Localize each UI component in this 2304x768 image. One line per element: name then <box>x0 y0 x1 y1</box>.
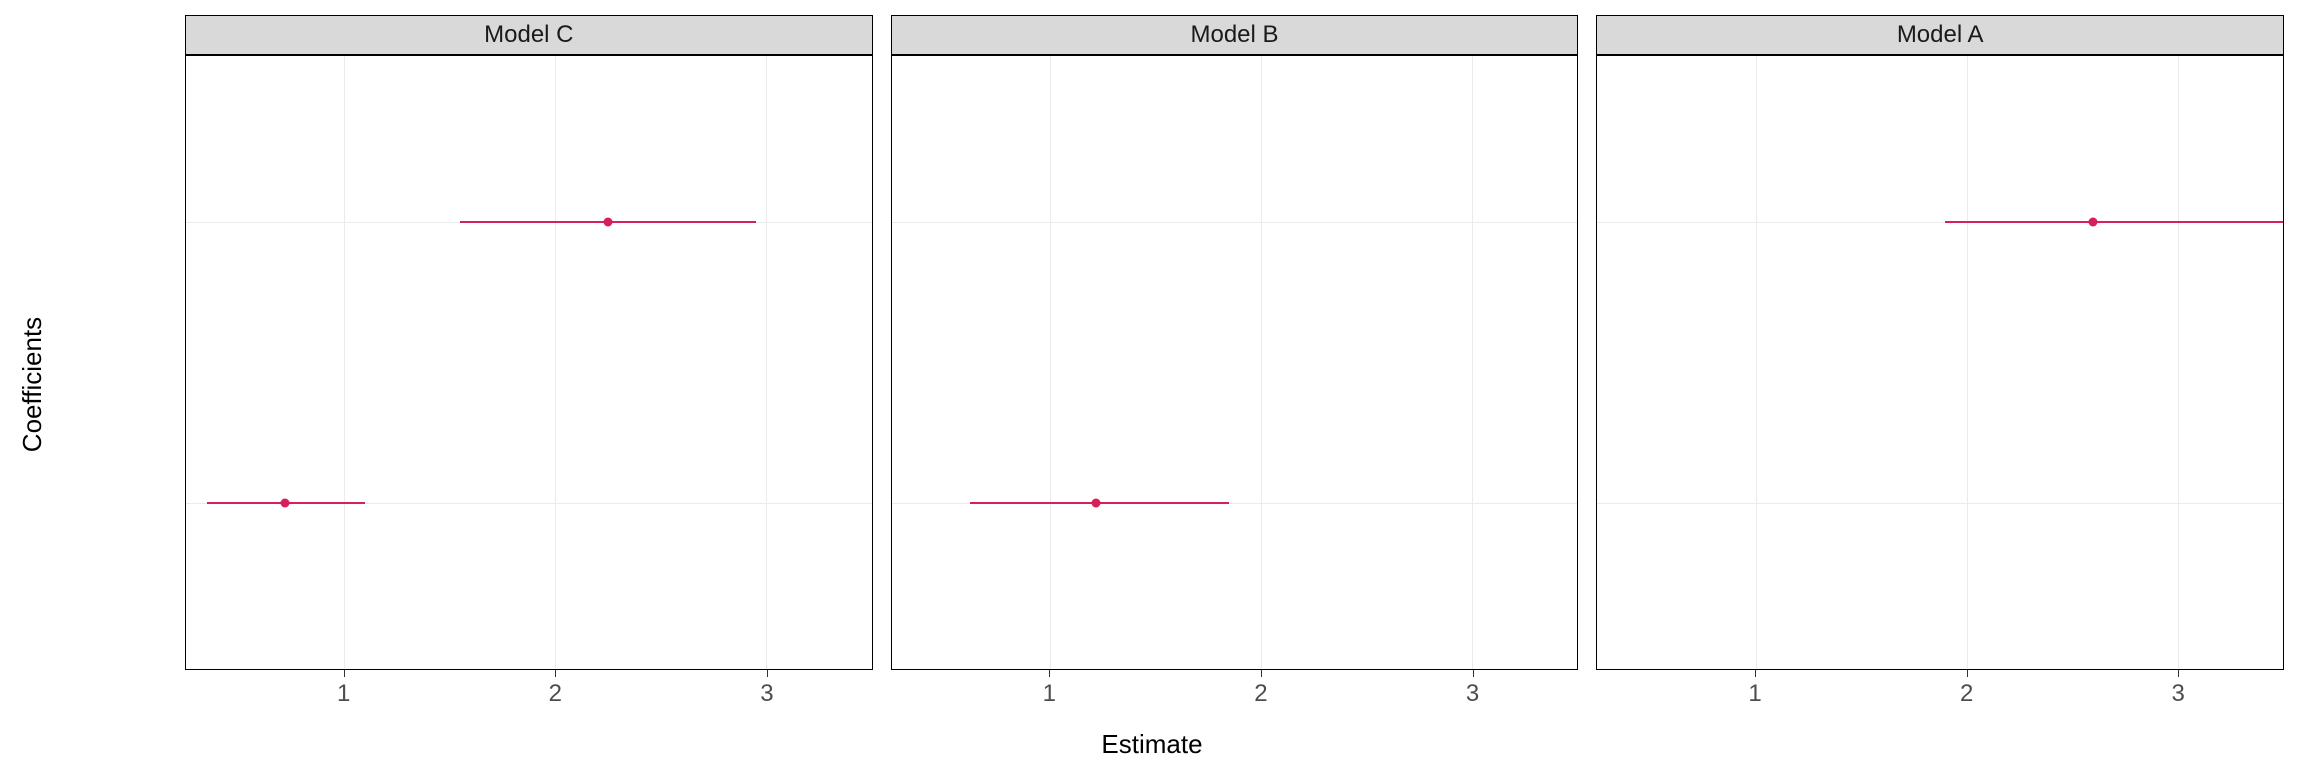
x-ticks: 1 2 3 <box>185 670 873 710</box>
point-estimate <box>1092 499 1101 508</box>
y-axis-title: Coefficients <box>18 0 48 768</box>
x-tick-label: 2 <box>1254 680 1267 708</box>
point-estimate <box>2089 217 2098 226</box>
x-tick-label: 1 <box>1043 680 1056 708</box>
grid-vertical <box>1050 56 1051 669</box>
facet-panel: Model CEducationSeniority 1 2 3 <box>185 15 873 710</box>
point-estimate <box>603 217 612 226</box>
x-tick-label: 1 <box>1748 680 1761 708</box>
facet-strip: Model A <box>1596 15 2284 55</box>
x-tick-label: 1 <box>337 680 350 708</box>
y-tick-mark <box>185 503 186 504</box>
x-tick-mark <box>1261 670 1262 677</box>
grid-horizontal <box>1597 503 2283 504</box>
grid-horizontal <box>892 222 1578 223</box>
x-tick-label: 2 <box>1960 680 1973 708</box>
facet-panel: Model A 1 2 3 <box>1596 15 2284 710</box>
x-tick-mark <box>344 670 345 677</box>
facet-strip: Model B <box>891 15 1579 55</box>
grid-vertical <box>555 56 556 669</box>
x-axis-title: Estimate <box>0 729 2304 760</box>
x-tick-mark <box>1967 670 1968 677</box>
y-axis-title-text: Coefficients <box>18 316 49 451</box>
x-tick-label: 2 <box>549 680 562 708</box>
x-tick-label: 3 <box>760 680 773 708</box>
plot-area <box>891 55 1579 670</box>
interval-line <box>1945 221 2283 223</box>
grid-vertical <box>1967 56 1968 669</box>
plot-area: EducationSeniority <box>185 55 873 670</box>
grid-vertical <box>766 56 767 669</box>
facet-strip: Model C <box>185 15 873 55</box>
x-tick-mark <box>1049 670 1050 677</box>
plot-area <box>1596 55 2284 670</box>
x-tick-mark <box>767 670 768 677</box>
chart-container: Coefficients Estimate Model CEducationSe… <box>0 0 2304 768</box>
x-tick-mark <box>2178 670 2179 677</box>
x-tick-mark <box>555 670 556 677</box>
grid-vertical <box>344 56 345 669</box>
x-tick-mark <box>1473 670 1474 677</box>
x-tick-mark <box>1755 670 1756 677</box>
facet-panels: Model CEducationSeniority123Model B123Mo… <box>185 15 2284 710</box>
y-tick-mark <box>185 221 186 222</box>
grid-vertical <box>1472 56 1473 669</box>
grid-vertical <box>1261 56 1262 669</box>
facet-panel: Model B 1 2 3 <box>891 15 1579 710</box>
x-tick-label: 3 <box>2172 680 2185 708</box>
grid-vertical <box>1756 56 1757 669</box>
point-estimate <box>281 499 290 508</box>
x-ticks: 1 2 3 <box>891 670 1579 710</box>
x-tick-label: 3 <box>1466 680 1479 708</box>
grid-vertical <box>2178 56 2179 669</box>
x-ticks: 1 2 3 <box>1596 670 2284 710</box>
